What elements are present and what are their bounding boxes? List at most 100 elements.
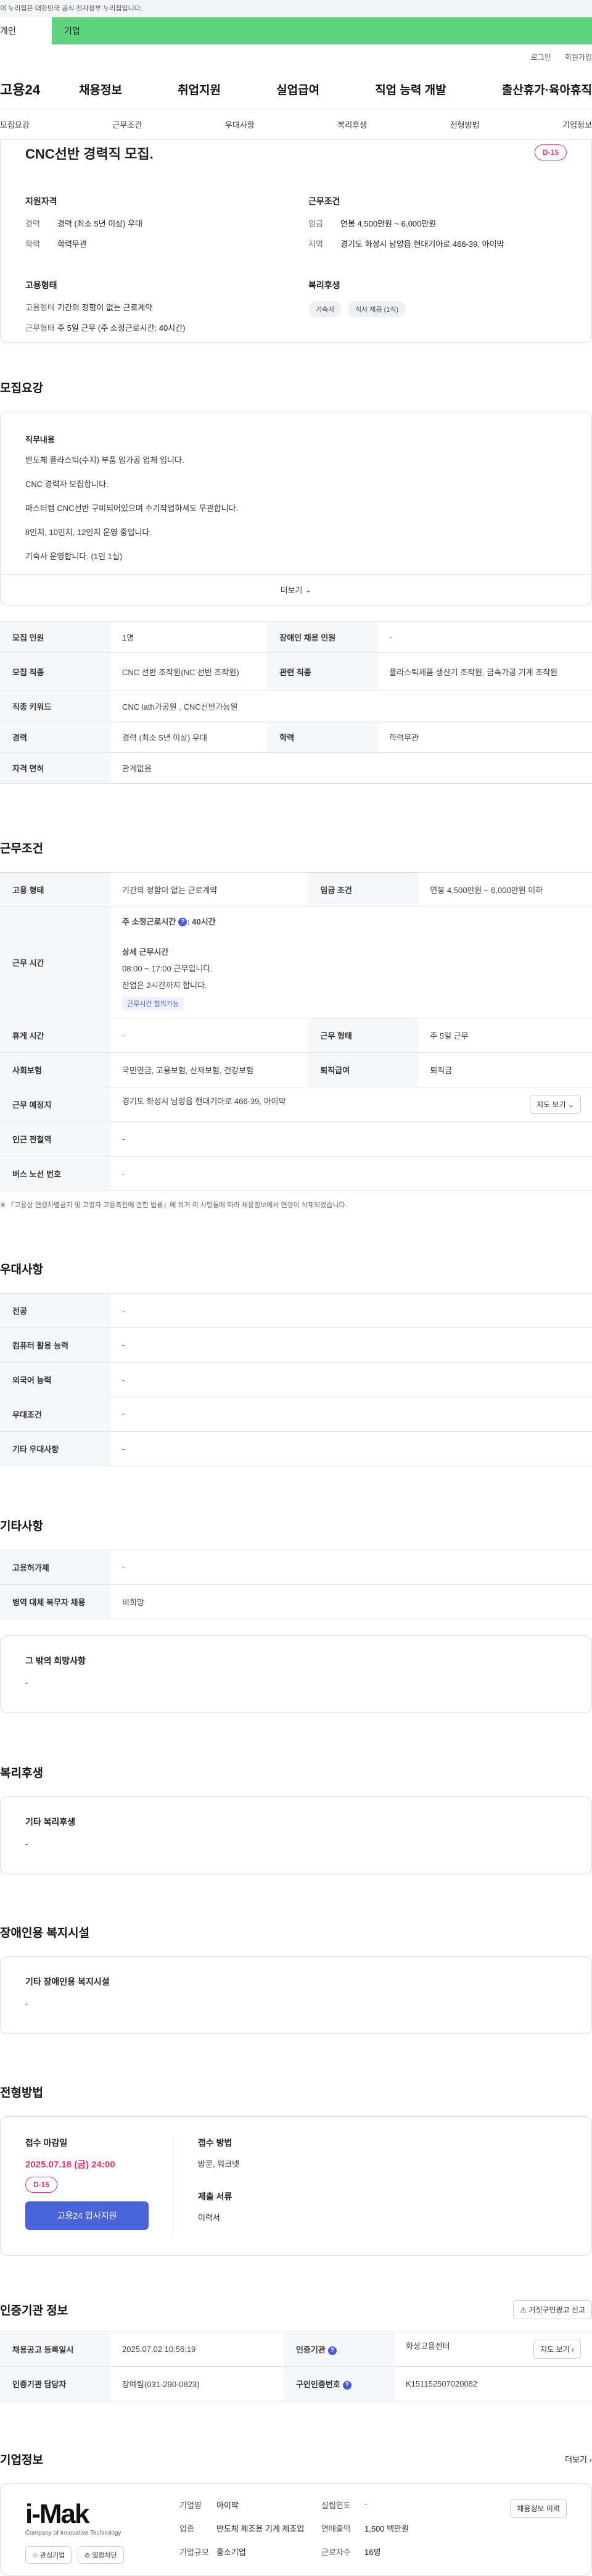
hours-detail-heading: 상세 근무시간 — [122, 947, 169, 957]
cell-value: 경력 (최소 5년 이상) 우대 — [111, 721, 268, 753]
cell-value: 비희망 — [111, 1584, 592, 1619]
chevron-down-icon: ⌄ — [305, 584, 312, 594]
gnb-menu: 채용정보 취업지원 실업급여 직업 능력 개발 출산휴가·육아휴직 — [62, 81, 592, 98]
employment-block: 고용형태 고용형태 기간의 정함이 없는 근로계약 근무형태 주 5일 근무 (주 … — [25, 279, 284, 342]
conditions-block: 근무조건 임금 연봉 4,500만원 ~ 6,000만원 지역 경기도 화성시 남양… — [308, 195, 567, 258]
block-label: 열람차단 — [92, 2552, 117, 2559]
cell-label: 휴게 시간 — [0, 1018, 111, 1053]
job-title: CNC선반 경력직 모집. — [25, 146, 154, 162]
section-nav: 모집요강 근무조건 우대사항 복리후생 전형방법 기업정보 — [0, 109, 592, 139]
cell-label: 설립연도 — [321, 2501, 351, 2510]
disability-heading: 기타 장애인용 복지시설 — [25, 1977, 110, 1987]
subnav-welfare[interactable]: 복리후생 — [337, 118, 367, 130]
map-button-label: 지도 보기 — [536, 1100, 566, 1109]
site-logo[interactable]: 고용24 — [0, 79, 62, 99]
company-more-link[interactable]: 더보기 › — [565, 2453, 592, 2465]
value: 주 5일 근무 (주 소정근로시간: 40시간) — [57, 323, 186, 333]
company-section: 기업정보 더보기 › i-Mak Company of Innovative T… — [0, 2451, 592, 2576]
subnav-preference[interactable]: 우대사항 — [225, 118, 255, 130]
report-button[interactable]: ⚠ 거짓구인광고 신고 — [513, 2300, 592, 2319]
age-note: ※ 『고용상 연령차별금지 및 고령자 고용촉진에 관한 법률』에 의거 이 사… — [0, 1191, 592, 1210]
cell-label: 자격 면허 — [0, 752, 111, 784]
disability-card: 기타 장애인용 복지시설 - — [0, 1956, 592, 2034]
apply-button[interactable]: 고용24 입사지원 — [25, 2201, 149, 2230]
note-icon: ※ — [0, 1202, 8, 1209]
value: 경기도 화성시 남양읍 현대기아로 466-39, 아이막 — [340, 239, 504, 249]
preference-title: 우대사항 — [0, 1263, 43, 1276]
method-value: 방문, 워크넷 — [198, 2159, 240, 2169]
gov-banner: 이 누리집은 대한민국 공식 전자정부 누리집입니다. — [0, 0, 592, 17]
company-more-label: 더보기 — [565, 2455, 588, 2464]
cell-value: 아이막 — [216, 2501, 239, 2510]
table-row: 모집 인원 1명 장애인 채용 인원 - — [0, 621, 592, 653]
gov-banner-text: 이 누리집은 대한민국 공식 전자정부 누리집입니다. — [0, 5, 142, 12]
gnb-item-unemployment[interactable]: 실업급여 — [276, 81, 319, 98]
hours-detail-line: 잔업은 2시간까지 합니다. — [122, 980, 207, 990]
welfare-chip: 식사 제공 (1식) — [348, 301, 406, 317]
cell-value: 학력무관 — [378, 721, 592, 753]
company-info-grid: 기업명 아이막 설립연도 - 업종 반도체 제조용 기계 제조업 연매출액 1,500 … — [179, 2499, 510, 2561]
cell-label: 모집 인원 — [0, 621, 111, 653]
login-link[interactable]: 로그인 — [531, 52, 551, 69]
company-title: 기업정보 — [0, 2454, 43, 2467]
report-label: 거짓구인광고 신고 — [528, 2306, 585, 2314]
hours-value: : 40시간 — [187, 916, 216, 926]
join-link[interactable]: 회원가입 — [565, 52, 592, 69]
cert-title: 인증기관 정보 — [0, 2304, 68, 2317]
info-icon[interactable]: ? — [342, 2380, 352, 2390]
cell-value: 2025.07.02 10:56:19 — [111, 2332, 284, 2367]
label: 지역 — [308, 239, 323, 249]
subnav-work[interactable]: 근무조건 — [112, 118, 142, 130]
hours-tag: 근무시간 협의가능 — [122, 996, 184, 1010]
cell-label: 전공 — [0, 1293, 111, 1328]
apply-card: 접수 마감일 2025.07.18 (금) 24:00 D-15 고용24 입사… — [0, 2116, 592, 2256]
block-button[interactable]: ⊘ 열람차단 — [78, 2546, 124, 2564]
global-nav: 고용24 채용정보 취업지원 실업급여 직업 능력 개발 출산휴가·육아휴직 — [0, 69, 592, 109]
table-row: 근무 시간 주 소정근로시간?: 40시간 상세 근무시간 08:00 ~ 17… — [0, 907, 592, 1018]
gnb-item-jobs[interactable]: 채용정보 — [79, 81, 122, 98]
gnb-item-leave[interactable]: 출산휴가·육아휴직 — [502, 81, 592, 98]
dday-badge: D-15 — [25, 2177, 58, 2193]
map-button[interactable]: 지도 보기 ⌄ — [530, 1095, 581, 1114]
subnav-apply[interactable]: 전형방법 — [450, 118, 480, 130]
apply-title: 전형방법 — [0, 2087, 43, 2100]
note-text: 『고용상 연령차별금지 및 고령자 고용촉진에 관한 법률』에 의거 이 사항들… — [7, 1202, 347, 1209]
cell-value: CNC lath가공원 , CNC선반가능원 — [111, 691, 592, 722]
tab-company[interactable]: 기업 — [52, 17, 592, 44]
duty-line: CNC 경력자 모집합니다. — [25, 480, 109, 489]
cell-value: 화성고용센터 — [405, 2341, 450, 2351]
deadline-heading: 접수 마감일 — [25, 2138, 68, 2148]
tab-personal[interactable]: 개인 — [0, 17, 52, 44]
cell-label: 근무 형태 — [308, 1018, 419, 1053]
table-row: 인증기관 담당자 장예림(031-290-0823) 구인인증번호? K1511… — [0, 2366, 592, 2401]
gnb-item-training[interactable]: 직업 능력 개발 — [375, 81, 446, 98]
subnav-company[interactable]: 기업정보 — [562, 118, 592, 130]
cell-label: 인증기관 — [295, 2345, 326, 2354]
cell-value: 플라스틱제품 생산기 조작원, 금속가공 기계 조작원 — [378, 652, 592, 691]
docs-value: 이력서 — [198, 2213, 220, 2222]
work-section: 근무조건 고용 형태 기간의 정함이 없는 근로계약 임금 조건 연봉 4,50… — [0, 839, 592, 1210]
request-card: 그 밖의 희망사항 - — [0, 1635, 592, 1713]
info-icon[interactable]: ? — [178, 918, 187, 927]
table-row: 기타 우대사항 - — [0, 1431, 592, 1466]
cell-value: - — [111, 1550, 592, 1585]
jobs-history-button[interactable]: 채용정보 이력 — [510, 2499, 567, 2518]
cert-section: 인증기관 정보 ⚠ 거짓구인광고 신고 채용공고 등록일시 2025.07.02… — [0, 2300, 592, 2401]
favorite-button[interactable]: ☆ 관심기업 — [25, 2546, 72, 2564]
value: 기간의 정함이 없는 근로계약 — [57, 303, 153, 312]
subnav-recruit[interactable]: 모집요강 — [0, 118, 30, 130]
more-button[interactable]: 더보기 ⌄ — [1, 574, 591, 605]
cell-value: - — [111, 1018, 308, 1053]
chevron-down-icon: ⌄ — [567, 1100, 574, 1109]
map-button[interactable]: 지도 보기 › — [533, 2340, 581, 2359]
cell-label: 임금 조건 — [308, 872, 419, 907]
cell-label: 기업명 — [179, 2501, 202, 2510]
work-title: 근무조건 — [0, 842, 43, 855]
duty-line: 반도체 플라스틱(수지) 부품 임가공 업체 입니다. — [25, 455, 184, 465]
gnb-item-employment-support[interactable]: 취업지원 — [178, 81, 221, 98]
util-links: 로그인 회원가입 — [0, 44, 592, 69]
apply-section: 전형방법 접수 마감일 2025.07.18 (금) 24:00 D-15 고용… — [0, 2084, 592, 2256]
disability-value: - — [25, 1999, 28, 2008]
cell-value: 1명 — [111, 621, 268, 653]
info-icon[interactable]: ? — [327, 2346, 337, 2355]
